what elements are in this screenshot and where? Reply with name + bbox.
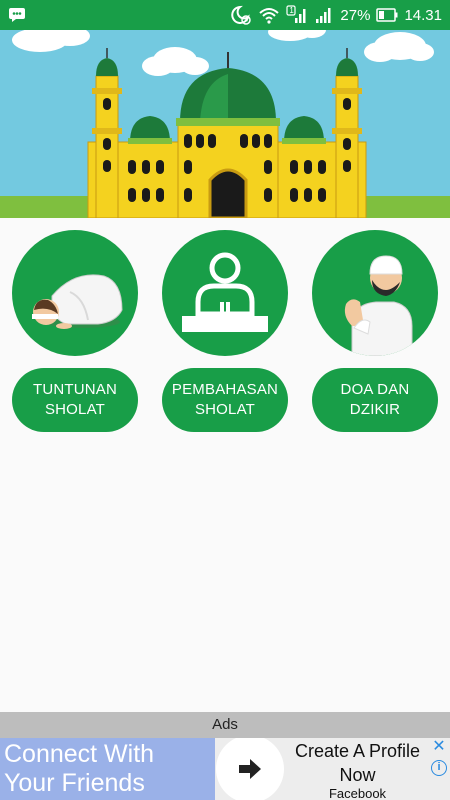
label-line1: DOA DAN (340, 381, 410, 398)
ad-cta-title-line2: Now (339, 765, 376, 785)
battery-percent: 27% (340, 6, 371, 24)
ad-arrow-button[interactable] (215, 738, 285, 800)
ad-left-text[interactable]: Connect With Your Friends (0, 738, 215, 800)
clock-time: 14.31 (404, 6, 442, 24)
tuntunan-sholat-button[interactable]: TUNTUNAN SHOLAT (12, 368, 138, 432)
label-line2: DZIKIR (349, 401, 401, 418)
do-not-disturb-moon-icon (230, 5, 252, 25)
ad-banner[interactable]: Connect With Your Friends Create A Profi… (0, 738, 450, 800)
chat-bubble-icon (8, 7, 26, 23)
ad-cta-title-line1: Create A Profile (294, 741, 421, 761)
sim-number: 1 (289, 6, 294, 15)
wifi-icon (258, 5, 280, 25)
status-bar: 1 27% 14.31 (0, 0, 450, 30)
pembahasan-sholat-button[interactable]: PEMBAHASAN SHOLAT (162, 368, 288, 432)
doa-dan-dzikir-label: DOA DAN DZIKIR (341, 380, 410, 420)
ads-label: Ads (212, 716, 238, 733)
label-line1: TUNTUNAN (32, 381, 118, 398)
ad-text-line2: Your Friends (4, 769, 145, 797)
signal-sim1-icon: 1 (286, 5, 308, 25)
close-icon[interactable]: ✕ (432, 739, 446, 755)
label-line2: SHOLAT (44, 401, 106, 418)
praying-man-icon (344, 255, 413, 356)
tuntunan-sholat-label: TUNTUNAN SHOLAT (33, 380, 117, 420)
main-content: TUNTUNAN SHOLAT PEMBAHASAN SHOLAT DOA DA… (0, 218, 450, 712)
info-icon[interactable]: i (431, 760, 447, 776)
doa-dan-dzikir-button[interactable]: DOA DAN DZIKIR (312, 368, 438, 432)
mosque-illustration (0, 30, 450, 218)
prostrating-man-icon (32, 274, 123, 329)
signal-sim2-icon (314, 5, 334, 25)
pembahasan-sholat-label: PEMBAHASAN SHOLAT (172, 380, 278, 420)
mosque-banner (0, 30, 450, 218)
battery-icon (376, 7, 398, 23)
ads-label-bar: Ads (0, 712, 450, 738)
doa-dan-dzikir-icon-button[interactable] (312, 230, 438, 356)
khatib-podium-icon (182, 252, 268, 332)
tuntunan-sholat-icon-button[interactable] (12, 230, 138, 356)
ad-text-line1: Connect With (4, 740, 155, 768)
ad-cta[interactable]: Create A Profile Now Facebook (285, 738, 430, 800)
label-line2: SHOLAT (194, 401, 256, 418)
ad-advertiser: Facebook (328, 786, 387, 800)
label-line1: PEMBAHASAN (171, 381, 279, 398)
pembahasan-sholat-icon-button[interactable] (162, 230, 288, 356)
